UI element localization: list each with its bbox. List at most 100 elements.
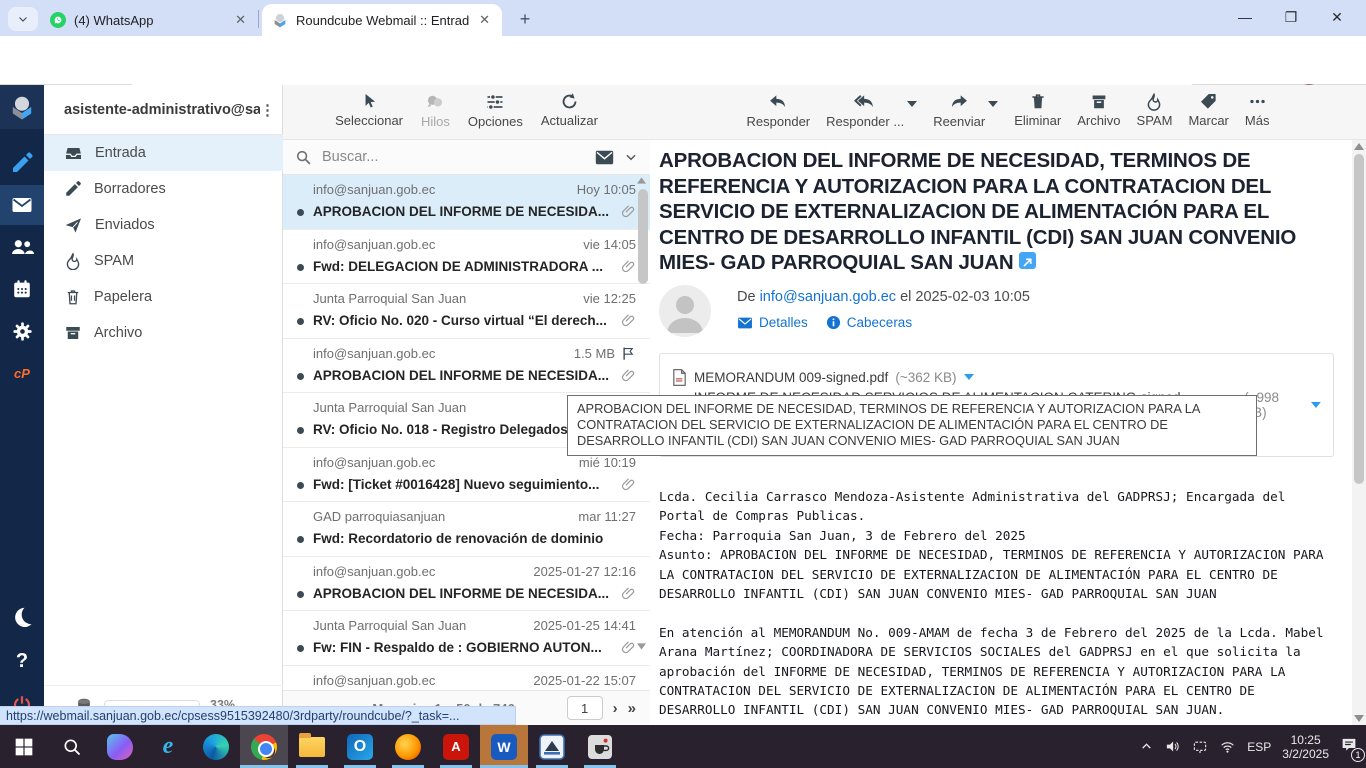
message-row[interactable]: GAD parroquiasanjuan mar 11:27 Fwd: Reco… <box>283 502 650 557</box>
unread-dot <box>297 264 304 271</box>
scroll-thumb[interactable] <box>1354 154 1364 484</box>
message-row[interactable]: Junta Parroquial San Juan vie 12:25 RV: … <box>283 284 650 339</box>
dark-mode-toggle[interactable] <box>0 597 44 637</box>
compose-button[interactable] <box>0 143 44 183</box>
send-icon <box>64 216 83 235</box>
tab-close-icon[interactable]: ✕ <box>233 12 248 28</box>
reply-all-caret-icon[interactable] <box>907 101 917 107</box>
attachment-name: MEMORANDUM 009-signed.pdf <box>694 370 888 385</box>
attachment-row[interactable]: MEMORANDUM 009-signed.pdf (~362 KB) <box>672 363 1321 391</box>
scroll-thumb[interactable] <box>638 189 648 284</box>
calendar-nav-button[interactable] <box>0 269 44 309</box>
chrome-profile-badge: G <box>262 745 275 758</box>
tab-search-button[interactable] <box>8 7 38 31</box>
cpanel-icon[interactable]: cP <box>0 353 44 393</box>
refresh-button[interactable]: Actualizar <box>541 92 598 128</box>
folder-spam[interactable]: SPAM <box>44 243 283 279</box>
threads-button[interactable]: Hilos <box>421 92 450 129</box>
folder-papelera[interactable]: Papelera <box>44 279 283 315</box>
folder-enviados[interactable]: Enviados <box>44 207 283 243</box>
search-scope-mail-icon[interactable] <box>595 150 614 165</box>
spam-button[interactable]: SPAM <box>1137 92 1173 128</box>
internet-explorer-icon[interactable]: e <box>144 725 192 768</box>
language-indicator[interactable]: ESP <box>1247 740 1271 754</box>
new-tab-button[interactable]: + <box>514 8 536 30</box>
chrome-icon[interactable]: G <box>240 725 288 768</box>
java-app-icon[interactable] <box>576 725 624 768</box>
mark-button[interactable]: Marcar <box>1188 92 1228 128</box>
start-button[interactable] <box>0 725 48 768</box>
window-controls: — ❐ ✕ <box>1222 0 1360 34</box>
folder-entrada[interactable]: Entrada <box>44 135 283 171</box>
contacts-nav-button[interactable] <box>0 227 44 267</box>
message-row[interactable]: Junta Parroquial San Juan 2025-01-25 14:… <box>283 611 650 666</box>
copilot-icon[interactable] <box>96 725 144 768</box>
tray-chevron-icon[interactable] <box>1140 740 1153 753</box>
headers-toggle[interactable]: Cabeceras <box>826 315 912 330</box>
mail-nav-button[interactable] <box>0 185 44 225</box>
reader-scrollbar[interactable] <box>1352 140 1366 725</box>
scroll-down-icon[interactable] <box>637 643 646 650</box>
search-options-chevron-icon[interactable] <box>624 150 638 164</box>
word-icon[interactable]: W <box>480 725 528 768</box>
message-row[interactable]: info@sanjuan.gob.ec vie 14:05 Fwd: DELEG… <box>283 230 650 285</box>
reply-all-button[interactable]: Responder ... <box>826 92 904 129</box>
close-button[interactable]: ✕ <box>1314 0 1360 34</box>
scanner-app-icon[interactable] <box>528 725 576 768</box>
delete-button[interactable]: Eliminar <box>1014 92 1061 128</box>
scroll-up-icon[interactable] <box>1354 143 1364 150</box>
file-explorer-icon[interactable] <box>288 725 336 768</box>
system-tray: ESP 10:253/2/2025 1 <box>1140 725 1358 768</box>
pointer-icon <box>360 92 379 111</box>
last-page-icon[interactable]: » <box>628 700 636 717</box>
message-sender: info@sanjuan.gob.ec <box>313 455 573 470</box>
maximize-button[interactable]: ❐ <box>1268 0 1314 34</box>
folder-label: Entrada <box>95 145 146 161</box>
tab-close-icon[interactable]: ✕ <box>477 12 492 28</box>
page-number-input[interactable] <box>567 696 603 720</box>
taskbar-clock[interactable]: 10:253/2/2025 <box>1282 733 1329 761</box>
unread-dot <box>297 482 304 489</box>
minimize-button[interactable]: — <box>1222 0 1268 34</box>
external-link-icon[interactable] <box>1019 252 1036 269</box>
next-page-icon[interactable]: › <box>613 700 618 717</box>
taskbar-search-button[interactable] <box>48 725 96 768</box>
forward-caret-icon[interactable] <box>988 101 998 107</box>
envelope-icon <box>737 317 753 329</box>
account-menu-icon[interactable]: ⋮ <box>260 101 275 119</box>
acrobat-icon[interactable]: A <box>432 725 480 768</box>
message-row[interactable]: info@sanjuan.gob.ec 2025-01-27 12:16 APR… <box>283 557 650 612</box>
outlook-icon[interactable]: O <box>336 725 384 768</box>
message-row[interactable]: info@sanjuan.gob.ec 1.5 MB APROBACION DE… <box>283 339 650 394</box>
scroll-down-icon[interactable] <box>1354 715 1364 722</box>
attachment-menu-caret-icon[interactable] <box>1311 402 1321 408</box>
tab-whatsapp[interactable]: (4) WhatsApp ✕ <box>40 4 258 36</box>
attachment-menu-caret-icon[interactable] <box>964 374 974 380</box>
select-button[interactable]: Seleccionar <box>335 92 403 128</box>
volume-icon[interactable] <box>1164 739 1181 754</box>
folder-borradores[interactable]: Borradores <box>44 171 283 207</box>
options-button[interactable]: Opciones <box>468 92 523 129</box>
help-button[interactable]: ? <box>0 641 44 681</box>
details-toggle[interactable]: Detalles <box>737 315 808 330</box>
more-button[interactable]: Más <box>1245 92 1270 128</box>
reply-button[interactable]: Responder <box>747 92 811 129</box>
scroll-up-icon[interactable] <box>637 177 646 184</box>
tab-roundcube[interactable]: Roundcube Webmail :: Entrada ✕ <box>262 4 502 36</box>
unread-dot <box>297 645 304 652</box>
cast-icon[interactable] <box>1192 739 1208 754</box>
notification-center-icon[interactable]: 1 <box>1340 736 1358 758</box>
message-date: mar 11:27 <box>578 509 636 524</box>
firefox-icon[interactable] <box>384 725 432 768</box>
message-date: vie 12:25 <box>583 291 636 306</box>
folder-archivo[interactable]: Archivo <box>44 315 283 351</box>
message-row[interactable]: info@sanjuan.gob.ec Hoy 10:05 APROBACION… <box>283 175 650 230</box>
search-input[interactable] <box>322 149 585 165</box>
settings-nav-button[interactable] <box>0 311 44 351</box>
message-row[interactable]: info@sanjuan.gob.ec 2025-01-22 15:07 <box>283 666 650 691</box>
archive-button[interactable]: Archivo <box>1077 92 1120 128</box>
forward-button[interactable]: Reenviar <box>933 92 985 129</box>
edge-icon[interactable] <box>192 725 240 768</box>
sender-email-link[interactable]: info@sanjuan.gob.ec <box>760 289 896 305</box>
wifi-icon[interactable] <box>1219 740 1236 754</box>
